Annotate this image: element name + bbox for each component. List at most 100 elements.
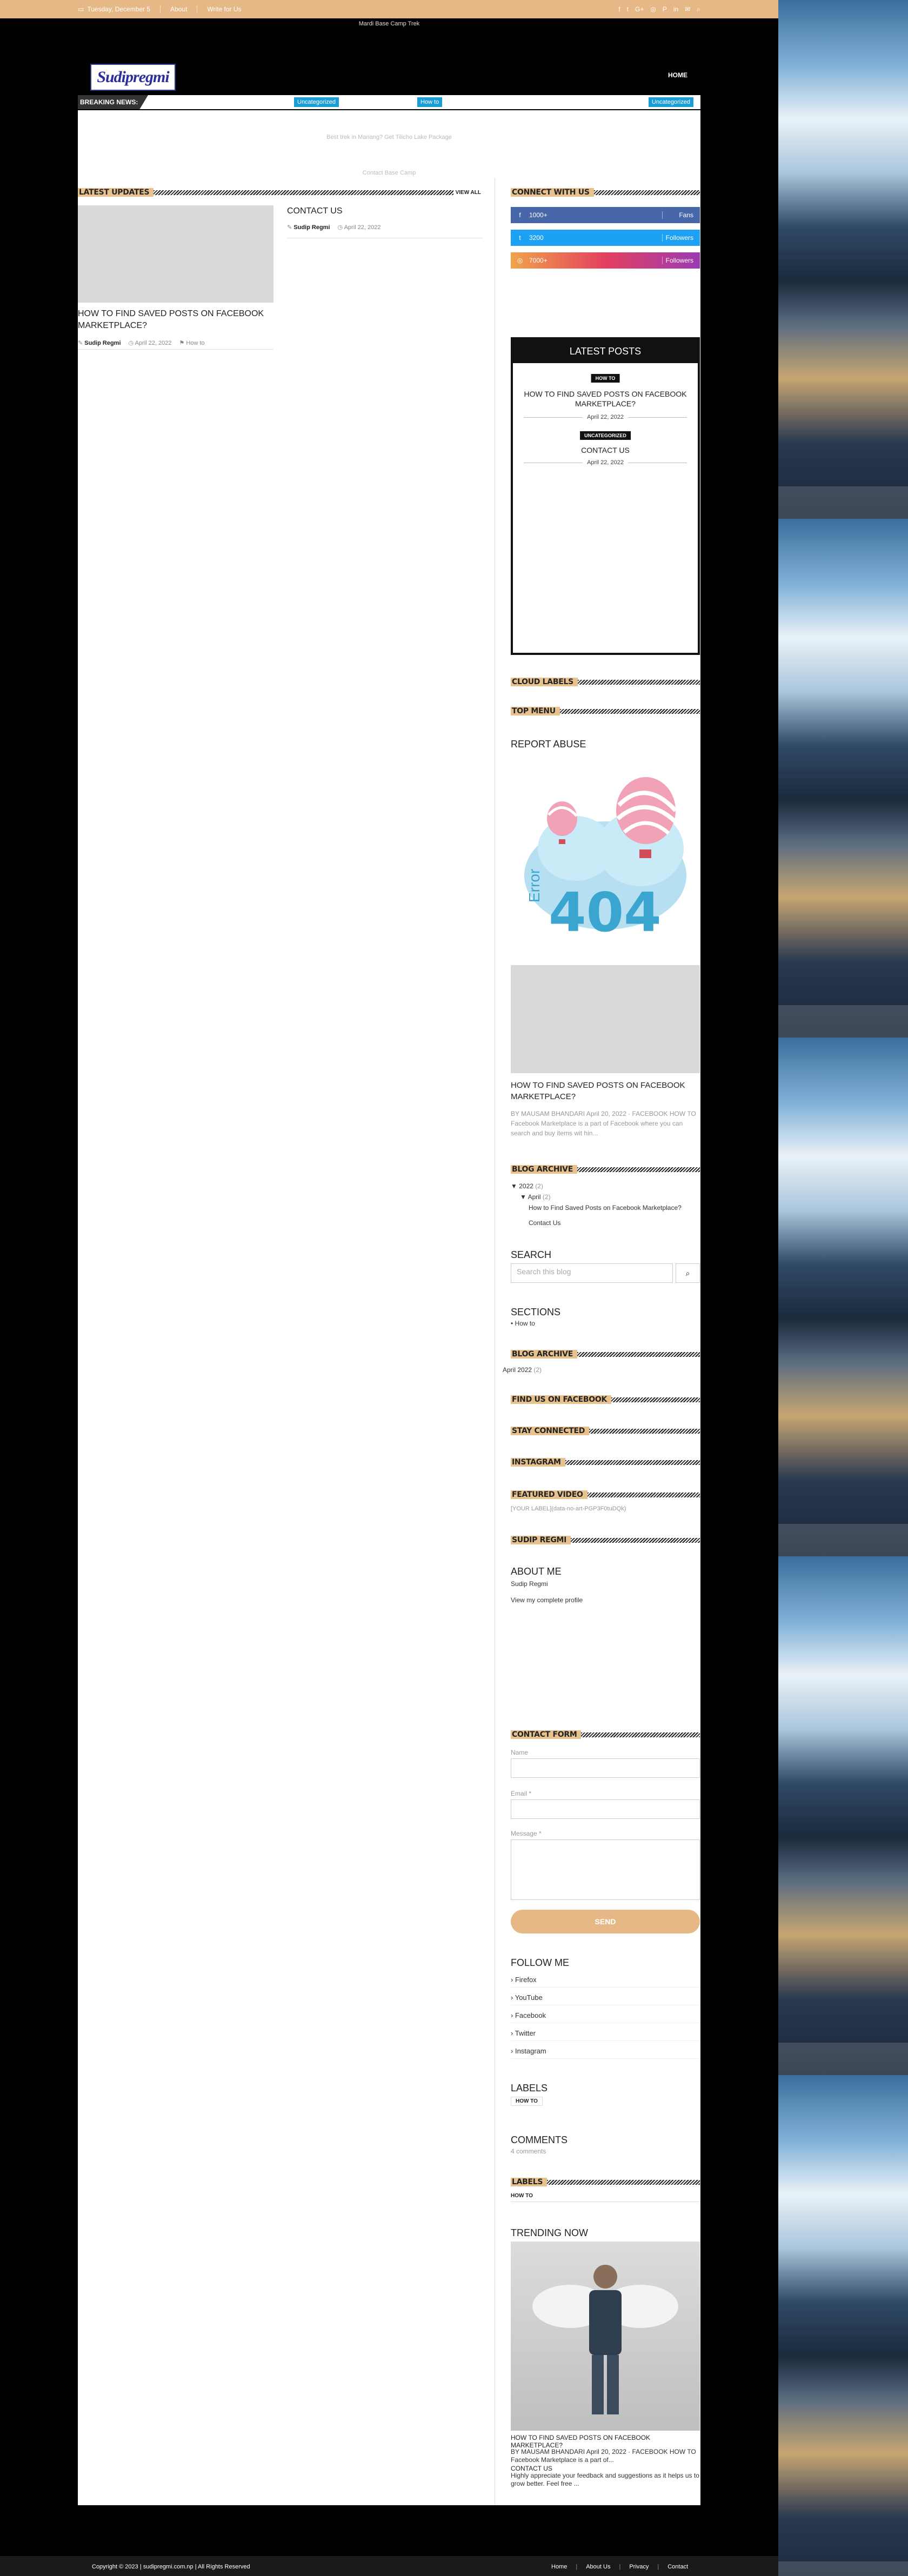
- featured-video-text: [YOUR LABEL](data-no-art-PGP3F0tuDQk): [511, 1506, 626, 1512]
- sections-item[interactable]: • How to: [511, 1320, 535, 1327]
- featured-post-excerpt: BY MAUSAM BHANDARI April 20, 2022 · FACE…: [511, 1110, 696, 1137]
- connect-heading: CONNECT WITH US: [511, 188, 700, 197]
- post-tag[interactable]: HOW TO: [591, 374, 620, 383]
- facebook-icon: f: [519, 211, 521, 219]
- trending-post-title[interactable]: HOW TO FIND SAVED POSTS ON FACEBOOK MARK…: [511, 2434, 700, 2450]
- facebook-icon[interactable]: f: [618, 5, 620, 14]
- clock-icon: ◷: [337, 224, 343, 231]
- instagram-heading: INSTAGRAM: [511, 1458, 700, 1467]
- trending-contact-excerpt: Highly appreciate your feedback and sugg…: [511, 2472, 699, 2487]
- labels-heading: LABELS: [511, 2083, 548, 2093]
- post-tag[interactable]: UNCATEGORIZED: [580, 431, 631, 440]
- header-ad-text[interactable]: Best trek in Manang? Get Tilicho Lake Pa…: [78, 134, 700, 140]
- blog-archive-heading: BLOG ARCHIVE: [511, 1165, 700, 1174]
- header-ad-text[interactable]: Contact Base Camp: [78, 170, 700, 176]
- sections-heading: SECTIONS: [511, 1307, 561, 1317]
- post-meta: ✎ Sudip Regmi ◷ April 22, 2022 ⚑ How to: [78, 340, 205, 346]
- triangle-down-icon: ▼: [520, 1193, 526, 1201]
- about-me-heading: ABOUT ME: [511, 1566, 562, 1577]
- email-field[interactable]: [511, 1799, 700, 1819]
- nav-home[interactable]: HOME: [668, 71, 687, 79]
- instagram-followers-row[interactable]: ◎ 7000+ Followers: [511, 252, 700, 269]
- facebook-fans-row[interactable]: f 1000+ Fans: [511, 207, 700, 223]
- featured-post-image[interactable]: [511, 965, 700, 1073]
- footer-copyright: Copyright © 2023 | sudipregmi.com.np | A…: [92, 2564, 250, 2570]
- pinterest-icon[interactable]: P: [663, 5, 667, 14]
- trending-heading: TRENDING NOW: [511, 2227, 588, 2238]
- clock-icon: ◷: [128, 340, 134, 346]
- footer-link-home[interactable]: Home: [551, 2564, 567, 2570]
- cloud-labels-heading: CLOUD LABELS: [511, 678, 700, 686]
- breaking-tag[interactable]: Uncategorized: [294, 97, 339, 107]
- search-icon[interactable]: ⌕: [697, 5, 700, 14]
- follow-item[interactable]: › Instagram: [511, 2047, 700, 2059]
- error-code: 404: [549, 881, 662, 944]
- follow-item[interactable]: › Twitter: [511, 2029, 700, 2041]
- breaking-news-label: BREAKING NEWS:: [78, 95, 148, 109]
- archive-post-link[interactable]: How to Find Saved Posts on Facebook Mark…: [529, 1204, 691, 1212]
- send-button[interactable]: SEND: [511, 1910, 700, 1933]
- post-title[interactable]: HOW TO FIND SAVED POSTS ON FACEBOOK MARK…: [78, 308, 273, 332]
- search-icon: ⌕: [685, 1268, 690, 1277]
- comments-heading: COMMENTS: [511, 2135, 568, 2145]
- breaking-tag[interactable]: Uncategorized: [649, 97, 693, 107]
- view-all-link[interactable]: VIEW ALL: [453, 189, 483, 196]
- about-me-name[interactable]: Sudip Regmi: [511, 1580, 548, 1588]
- follow-item[interactable]: › Firefox: [511, 1976, 700, 1988]
- breaking-news-bar: BREAKING NEWS: Uncategorized How to Unca…: [78, 95, 700, 109]
- follow-item[interactable]: › YouTube: [511, 1993, 700, 2005]
- header-strip-text[interactable]: Mardi Base Camp Trek: [0, 18, 778, 27]
- linkedin-icon[interactable]: in: [673, 5, 678, 14]
- footer-link-about[interactable]: About Us: [586, 2564, 610, 2570]
- archive-year[interactable]: ▼ 2022 (2): [511, 1182, 543, 1190]
- latest-post-date: April 22, 2022: [524, 459, 687, 466]
- side-post-meta: ✎ Sudip Regmi ◷ April 22, 2022: [287, 224, 381, 231]
- archive-item[interactable]: April 2022 (2): [503, 1366, 542, 1374]
- twitter-icon: t: [519, 234, 521, 242]
- name-label: Name: [511, 1749, 529, 1756]
- label-chip[interactable]: HOW TO: [511, 2097, 543, 2106]
- search-heading: SEARCH: [511, 1249, 552, 1260]
- featured-video-heading: FEATURED VIDEO: [511, 1490, 700, 1499]
- sudip-regmi-heading: SUDIP REGMI: [511, 1536, 700, 1544]
- side-post-title[interactable]: CONTACT US: [287, 205, 483, 217]
- top-bar: ▭ Tuesday, December 5 About Write for Us…: [0, 0, 778, 18]
- archive-month[interactable]: ▼ April (2): [520, 1193, 551, 1201]
- label-chip[interactable]: HOW TO: [511, 2192, 537, 2200]
- twitter-icon[interactable]: t: [627, 5, 629, 14]
- error-label: Error: [526, 868, 543, 902]
- footer-link-privacy[interactable]: Privacy: [629, 2564, 649, 2570]
- mail-icon[interactable]: ✉: [685, 5, 690, 14]
- latest-updates-heading: LATEST UPDATES VIEW ALL: [78, 188, 483, 197]
- post-thumbnail[interactable]: [78, 205, 273, 303]
- footer-top: [0, 2505, 778, 2556]
- site-logo[interactable]: Sudipregmi: [90, 64, 176, 91]
- search-button[interactable]: ⌕: [676, 1263, 700, 1283]
- edit-icon: ✎: [78, 340, 83, 346]
- follow-me-heading: FOLLOW ME: [511, 1957, 570, 1968]
- twitter-followers-row[interactable]: t 3200 Followers: [511, 230, 700, 246]
- latest-post-title[interactable]: CONTACT US: [524, 445, 687, 455]
- blog-archive-heading: BLOG ARCHIVE: [511, 1350, 700, 1359]
- name-field[interactable]: [511, 1758, 700, 1778]
- google-plus-icon[interactable]: G+: [635, 5, 644, 14]
- follow-item[interactable]: › Facebook: [511, 2011, 700, 2023]
- latest-post-title[interactable]: HOW TO FIND SAVED POSTS ON FACEBOOK MARK…: [524, 389, 687, 409]
- latest-post-date: April 22, 2022: [524, 414, 687, 420]
- find-us-facebook-heading: FIND US ON FACEBOOK: [511, 1395, 700, 1404]
- message-label: Message *: [511, 1830, 542, 1837]
- tag-icon: ⚑: [179, 340, 185, 346]
- date-display: ▭ Tuesday, December 5: [78, 5, 151, 13]
- featured-post-title[interactable]: HOW TO FIND SAVED POSTS ON FACEBOOK MARK…: [511, 1080, 700, 1102]
- archive-post-link[interactable]: Contact Us: [529, 1219, 560, 1227]
- breaking-tag[interactable]: How to: [417, 97, 443, 107]
- instagram-icon[interactable]: ◎: [650, 5, 656, 14]
- report-abuse-heading[interactable]: REPORT ABUSE: [511, 739, 586, 750]
- topbar-link-about[interactable]: About: [170, 5, 187, 13]
- view-profile-link[interactable]: View my complete profile: [511, 1596, 583, 1604]
- trending-post-image[interactable]: [511, 2242, 700, 2431]
- footer-link-contact[interactable]: Contact: [667, 2564, 688, 2570]
- topbar-link-write[interactable]: Write for Us: [207, 5, 241, 13]
- message-field[interactable]: [511, 1839, 700, 1900]
- search-input[interactable]: Search this blog: [511, 1263, 673, 1283]
